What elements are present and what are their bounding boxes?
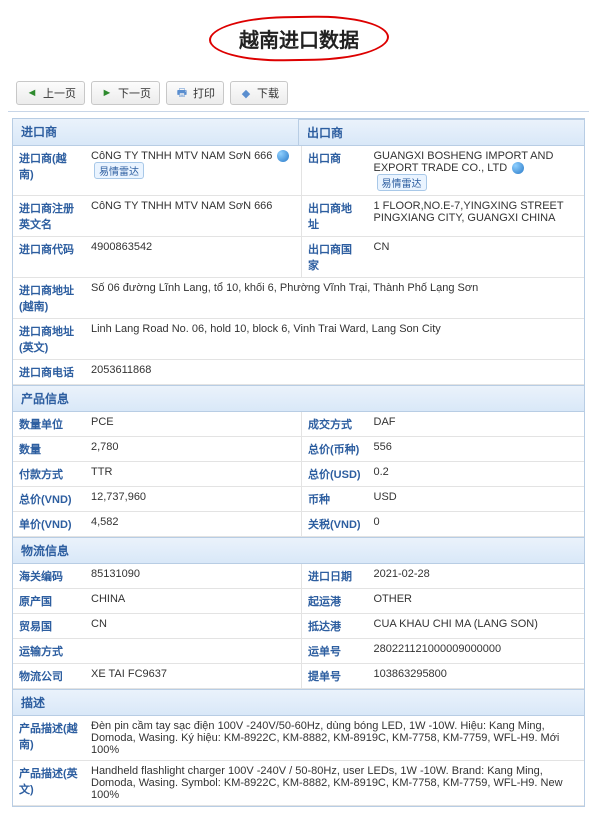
next-label: 下一页 [118, 85, 151, 101]
origin-value: CHINA [85, 589, 302, 614]
logistics-table: 海关编码 85131090 进口日期 2021-02-28 原产国 CHINA … [13, 564, 584, 689]
exporter-name: GUANGXI BOSHENG IMPORT AND EXPORT TRADE … [368, 146, 585, 196]
importer-name-vn-value: CôNG TY TNHH MTV NAM SơN 666 [91, 150, 272, 162]
arrow-right-icon: ► [100, 86, 114, 100]
bill2-value: 103863295800 [368, 664, 585, 689]
product-table: 数量单位 PCE 成交方式 DAF 数量 2,780 总价(币种) 556 付款… [13, 412, 584, 537]
arriveport-value: CUA KHAU CHI MA (LANG SON) [368, 614, 585, 639]
startport-label: 起运港 [302, 589, 368, 614]
page-title: 越南进口数据 [239, 24, 359, 53]
bill2-label: 提单号 [302, 664, 368, 689]
next-page-button[interactable]: ► 下一页 [91, 81, 160, 105]
exporter-country-label: 出口商国家 [302, 237, 368, 278]
carrier-value: XE TAI FC9637 [85, 664, 302, 689]
startport-value: OTHER [368, 589, 585, 614]
importer-addr-en: Linh Lang Road No. 06, hold 10, block 6,… [85, 319, 584, 360]
desc-table: 产品描述(越南) Đèn pin cầm tay sạc điện 100V -… [13, 716, 584, 806]
qty-value: 2,780 [85, 437, 302, 462]
globe-icon[interactable] [277, 150, 289, 162]
desc-en-label: 产品描述(英文) [13, 761, 85, 806]
ship-radar-tag[interactable]: 易情雷达 [94, 162, 144, 179]
prev-page-button[interactable]: ◄ 上一页 [16, 81, 85, 105]
pay-value: TTR [85, 462, 302, 487]
prev-label: 上一页 [43, 85, 76, 101]
details-card: 进口商 出口商 进口商(越南) CôNG TY TNHH MTV NAM SơN… [12, 118, 585, 807]
currency-value: USD [368, 487, 585, 512]
importer-addr-en-label: 进口商地址(英文) [13, 319, 85, 360]
exporter-addr: 1 FLOOR,NO.E-7,YINGXING STREET PINGXIANG… [368, 196, 585, 237]
unitvnd-label: 单价(VND) [13, 512, 85, 537]
desc-en-value: Handheld flashlight charger 100V -240V /… [85, 761, 584, 806]
unitvnd-value: 4,582 [85, 512, 302, 537]
download-label: 下载 [257, 85, 279, 101]
page-title-wrap: 越南进口数据 [8, 16, 589, 61]
transport-value [85, 639, 302, 664]
download-icon: ◆ [239, 86, 253, 100]
importer-phone: 2053611868 [85, 360, 584, 385]
importer-code-label: 进口商代码 [13, 237, 85, 278]
download-button[interactable]: ◆ 下载 [230, 81, 288, 105]
desc-vn-label: 产品描述(越南) [13, 716, 85, 761]
currency-label: 币种 [302, 487, 368, 512]
importer-phone-label: 进口商电话 [13, 360, 85, 385]
print-label: 打印 [193, 85, 215, 101]
totalusd-label: 总价(USD) [302, 462, 368, 487]
date-value: 2021-02-28 [368, 564, 585, 589]
importer-name-en: CôNG TY TNHH MTV NAM SơN 666 [85, 196, 302, 237]
pay-label: 付款方式 [13, 462, 85, 487]
importer-name-vn: CôNG TY TNHH MTV NAM SơN 666 易情雷达 [85, 146, 302, 196]
print-button[interactable]: 🖶 打印 [166, 81, 224, 105]
carrier-label: 物流公司 [13, 664, 85, 689]
printer-icon: 🖶 [175, 86, 189, 100]
total-label: 总价(币种) [302, 437, 368, 462]
globe-icon[interactable] [512, 162, 524, 174]
exporter-country: CN [368, 237, 585, 278]
importer-addr-vn-label: 进口商地址(越南) [13, 278, 85, 319]
total-value: 556 [368, 437, 585, 462]
hs-label: 海关编码 [13, 564, 85, 589]
importer-exporter-table: 进口商(越南) CôNG TY TNHH MTV NAM SơN 666 易情雷… [13, 146, 584, 385]
taxvnd-value: 0 [368, 512, 585, 537]
section-importer-header: 进口商 [13, 119, 298, 146]
ship-radar-tag[interactable]: 易情雷达 [377, 174, 427, 191]
billno-label: 运单号 [302, 639, 368, 664]
arriveport-label: 抵达港 [302, 614, 368, 639]
section-desc-header: 描述 [13, 689, 584, 716]
section-product-header: 产品信息 [13, 385, 584, 412]
totalusd-value: 0.2 [368, 462, 585, 487]
importer-addr-vn: Số 06 đường Lĩnh Lang, tổ 10, khối 6, Ph… [85, 278, 584, 319]
transport-label: 运输方式 [13, 639, 85, 664]
desc-vn-value: Đèn pin cầm tay sạc điện 100V -240V/50-6… [85, 716, 584, 761]
section-exporter-header: 出口商 [298, 119, 584, 146]
importer-exporter-header: 进口商 出口商 [13, 119, 584, 146]
importer-name-en-label: 进口商注册英文名 [13, 196, 85, 237]
section-logistics-header: 物流信息 [13, 537, 584, 564]
unit-value: PCE [85, 412, 302, 437]
importer-name-vn-label: 进口商(越南) [13, 146, 85, 196]
tradectry-value: CN [85, 614, 302, 639]
terms-value: DAF [368, 412, 585, 437]
unit-label: 数量单位 [13, 412, 85, 437]
hs-value: 85131090 [85, 564, 302, 589]
importer-code: 4900863542 [85, 237, 302, 278]
totalvnd-label: 总价(VND) [13, 487, 85, 512]
exporter-name-label: 出口商 [302, 146, 368, 196]
qty-label: 数量 [13, 437, 85, 462]
totalvnd-value: 12,737,960 [85, 487, 302, 512]
exporter-addr-label: 出口商地址 [302, 196, 368, 237]
billno-value: 280221121000009000000 [368, 639, 585, 664]
exporter-name-value: GUANGXI BOSHENG IMPORT AND EXPORT TRADE … [374, 150, 554, 174]
terms-label: 成交方式 [302, 412, 368, 437]
origin-label: 原产国 [13, 589, 85, 614]
toolbar: ◄ 上一页 ► 下一页 🖶 打印 ◆ 下载 [8, 75, 589, 112]
tradectry-label: 贸易国 [13, 614, 85, 639]
date-label: 进口日期 [302, 564, 368, 589]
arrow-left-icon: ◄ [25, 86, 39, 100]
title-ellipse: 越南进口数据 [208, 14, 389, 62]
taxvnd-label: 关税(VND) [302, 512, 368, 537]
